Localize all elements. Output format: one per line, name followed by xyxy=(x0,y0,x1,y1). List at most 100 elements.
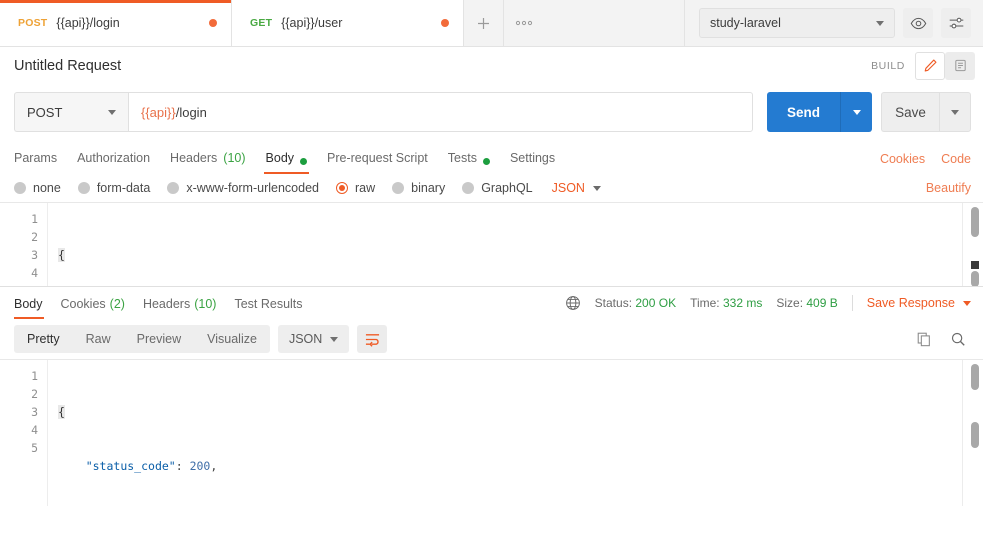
request-body-editor[interactable]: 1 2 3 4 { "email": "johns.jerome@example… xyxy=(0,202,983,286)
line-number: 4 xyxy=(31,423,38,437)
network-globe-icon[interactable] xyxy=(565,295,581,311)
radio-icon xyxy=(167,182,180,194)
code-link[interactable]: Code xyxy=(941,152,971,174)
beautify-button[interactable]: Beautify xyxy=(926,181,971,195)
request-body-code[interactable]: { "email": "johns.jerome@example.org", "… xyxy=(48,203,963,286)
response-format-value: JSON xyxy=(288,332,323,346)
environment-quick-look-button[interactable] xyxy=(903,8,933,38)
request-editor-scrollbar[interactable] xyxy=(971,207,979,237)
time-label: Time: xyxy=(690,296,720,310)
has-content-dot-icon xyxy=(300,158,308,165)
view-mode-visualize[interactable]: Visualize xyxy=(194,325,270,353)
view-mode-raw[interactable]: Raw xyxy=(73,325,124,353)
request-editor-gutter: 1 2 3 4 xyxy=(0,203,48,286)
copy-response-button[interactable] xyxy=(911,326,937,352)
http-method-value: POST xyxy=(27,104,63,120)
save-response-button[interactable]: Save Response xyxy=(867,296,971,310)
cookies-link[interactable]: Cookies xyxy=(880,152,925,174)
request-editor-scrollbar-lower[interactable] xyxy=(971,271,979,286)
tab-authorization[interactable]: Authorization xyxy=(67,142,160,174)
editor-resize-handle[interactable] xyxy=(971,261,979,269)
body-type-form-data[interactable]: form-data xyxy=(77,181,150,195)
new-tab-button[interactable] xyxy=(464,0,504,46)
size-label: Size: xyxy=(776,296,804,310)
size-value: 409 B xyxy=(806,296,838,310)
tab-body[interactable]: Body xyxy=(256,142,318,174)
body-type-label: raw xyxy=(355,181,376,195)
word-wrap-toggle[interactable] xyxy=(357,325,388,353)
body-type-raw[interactable]: raw xyxy=(336,181,375,195)
editor-right-edge xyxy=(962,360,963,506)
body-type-graphql[interactable]: GraphQL xyxy=(462,181,533,195)
save-button[interactable]: Save xyxy=(881,92,939,132)
tab-pre-request-script[interactable]: Pre-request Script xyxy=(317,142,438,174)
chevron-down-icon xyxy=(108,109,116,115)
comment-button[interactable] xyxy=(945,51,975,80)
url-input[interactable]: {{api}}/login xyxy=(128,92,753,132)
send-button[interactable]: Send xyxy=(767,92,840,132)
has-content-dot-icon xyxy=(482,158,490,165)
build-mode-label: BUILD xyxy=(871,59,905,72)
tab-label: Test Results xyxy=(234,297,303,311)
http-method-selector[interactable]: POST xyxy=(14,92,128,132)
globe-icon xyxy=(565,296,580,310)
response-tab-test-results[interactable]: Test Results xyxy=(225,287,311,319)
body-type-urlencoded[interactable]: x-www-form-urlencoded xyxy=(167,181,319,195)
response-format-selector[interactable]: JSON xyxy=(277,325,350,353)
tab-options-button[interactable] xyxy=(504,0,544,46)
tab-tests[interactable]: Tests xyxy=(438,142,500,174)
environment-selector[interactable]: study-laravel xyxy=(699,8,895,38)
search-response-button[interactable] xyxy=(945,326,971,352)
tab-method-label: POST xyxy=(18,17,48,29)
body-type-label: x-www-form-urlencoded xyxy=(186,181,319,195)
tab-headers[interactable]: Headers (10) xyxy=(160,142,255,174)
tab-method-label: GET xyxy=(250,17,273,29)
pencil-icon xyxy=(924,59,936,72)
raw-format-selector[interactable]: JSON xyxy=(552,181,601,195)
status-field: Status: 200 OK xyxy=(595,296,676,310)
line-number: 4 xyxy=(31,266,38,280)
raw-format-value: JSON xyxy=(551,181,585,195)
response-body-code[interactable]: { "status_code": 200, "access_token": "5… xyxy=(48,360,963,506)
environment-settings-button[interactable] xyxy=(941,8,971,38)
tab-label: Authorization xyxy=(77,151,151,165)
eye-icon xyxy=(910,17,926,29)
tab-settings[interactable]: Settings xyxy=(500,142,565,174)
tab-bar-spacer xyxy=(544,0,685,46)
request-name-row: Untitled Request BUILD xyxy=(0,47,983,84)
tab-label: Body xyxy=(265,151,295,165)
save-options-button[interactable] xyxy=(939,92,971,132)
view-mode-pretty[interactable]: Pretty xyxy=(14,325,73,353)
word-wrap-icon xyxy=(365,333,379,347)
sliders-icon xyxy=(949,17,963,28)
request-tab-bar: POST {{api}}/login GET {{api}}/user stud… xyxy=(0,0,983,47)
response-body-editor[interactable]: 1 2 3 4 5 { "status_code": 200, "access_… xyxy=(0,359,983,506)
environment-controls: study-laravel xyxy=(685,0,983,46)
build-mode-button[interactable] xyxy=(915,51,945,80)
request-tab-user[interactable]: GET {{api}}/user xyxy=(232,0,464,46)
send-button-group: Send xyxy=(767,92,872,132)
body-type-none[interactable]: none xyxy=(14,181,61,195)
request-tab-login[interactable]: POST {{api}}/login xyxy=(0,0,232,46)
body-type-binary[interactable]: binary xyxy=(392,181,445,195)
response-editor-scrollbar[interactable] xyxy=(971,364,979,390)
send-options-button[interactable] xyxy=(840,92,872,132)
chevron-down-icon xyxy=(876,20,884,26)
response-editor-scrollbar-lower[interactable] xyxy=(971,422,979,448)
line-number: 1 xyxy=(31,369,38,383)
body-type-row: none form-data x-www-form-urlencoded raw… xyxy=(0,174,983,202)
response-header: Body Cookies (2) Headers (10) Test Resul… xyxy=(0,286,983,319)
response-tab-body[interactable]: Body xyxy=(14,287,52,319)
tab-params[interactable]: Params xyxy=(14,142,67,174)
chevron-down-icon xyxy=(592,185,601,191)
view-mode-preview[interactable]: Preview xyxy=(124,325,194,353)
radio-icon-selected xyxy=(336,182,348,194)
response-tab-headers[interactable]: Headers (10) xyxy=(134,287,225,319)
body-type-label: none xyxy=(33,181,61,195)
tab-label: Tests xyxy=(447,151,477,165)
tab-label: Pre-request Script xyxy=(327,151,428,165)
tab-url-label: {{api}}/login xyxy=(56,16,120,30)
response-tab-cookies[interactable]: Cookies (2) xyxy=(52,287,134,319)
size-field: Size: 409 B xyxy=(776,296,837,310)
copy-icon xyxy=(917,332,930,347)
